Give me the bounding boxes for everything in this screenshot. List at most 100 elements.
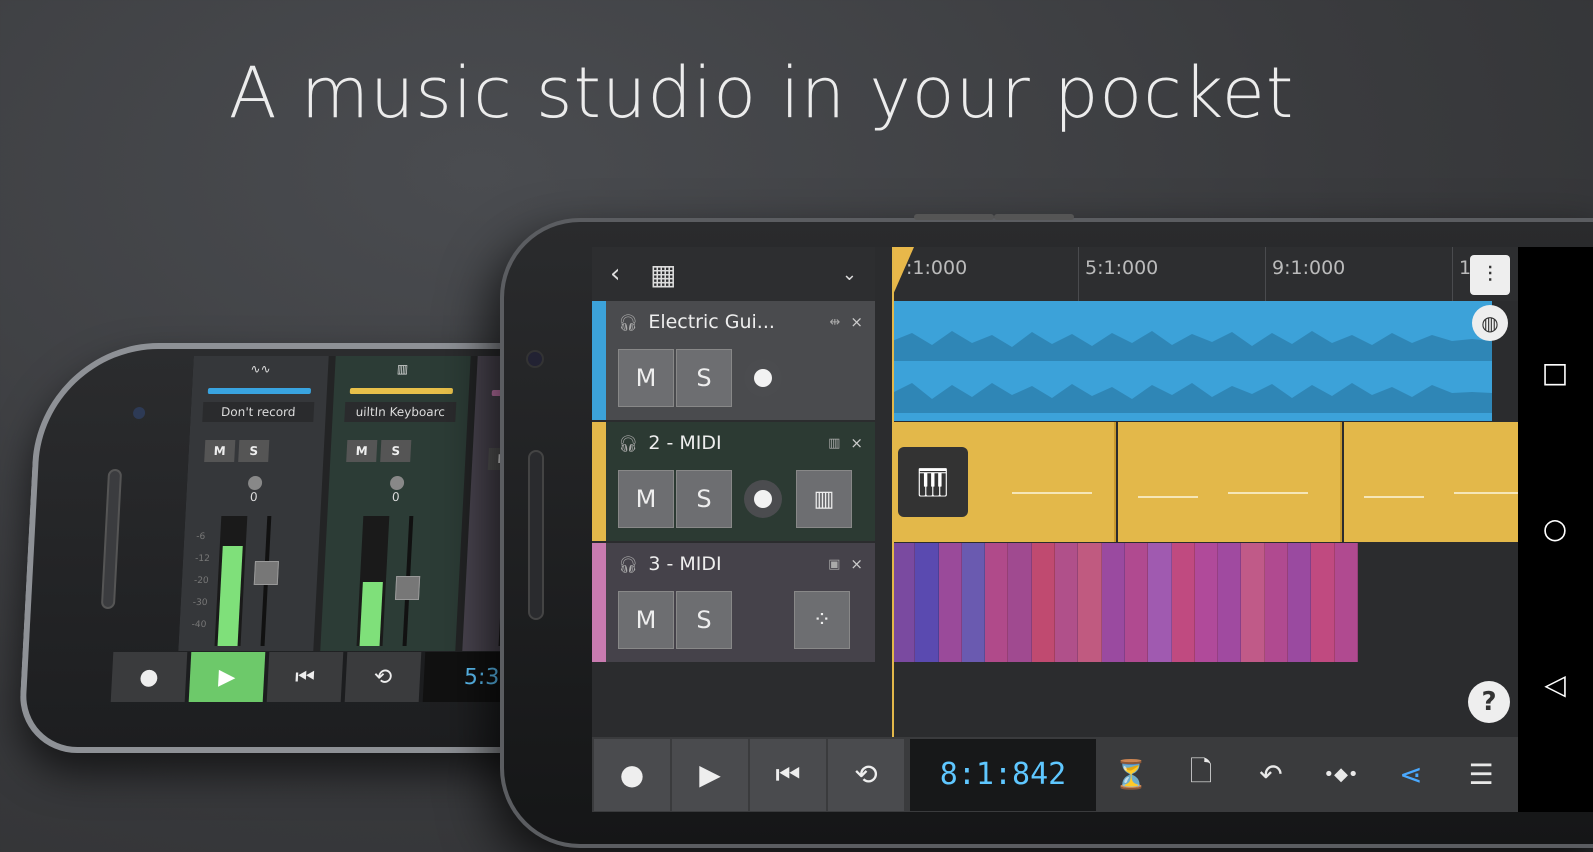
drum-step xyxy=(985,543,1009,662)
camera-icon xyxy=(526,350,544,368)
snap-icon[interactable]: •◆• xyxy=(1306,739,1376,811)
back-icon[interactable]: ‹ xyxy=(610,259,650,289)
drum-step xyxy=(1055,543,1079,662)
track-name[interactable]: 3 - MIDI xyxy=(648,553,721,575)
volume-fader[interactable] xyxy=(253,516,279,646)
drum-pad-icon: ▣ xyxy=(828,556,841,572)
add-file-icon[interactable]: 🗋 xyxy=(1166,739,1236,811)
headphones-icon[interactable]: 🎧︎ xyxy=(618,555,638,574)
share-icon[interactable]: ⋖ xyxy=(1376,739,1446,811)
pan-value: 0 xyxy=(391,490,401,504)
back-nav-icon[interactable]: ◁ xyxy=(1540,668,1570,701)
instrument-icon[interactable]: ▥ xyxy=(796,470,852,528)
track-name[interactable]: 2 - MIDI xyxy=(648,432,721,454)
track-color xyxy=(592,422,606,541)
solo-button[interactable]: S xyxy=(238,440,270,462)
midi-clip[interactable] xyxy=(1118,422,1342,542)
grid-icon[interactable]: ▦ xyxy=(650,258,676,291)
recents-icon[interactable]: □ xyxy=(1540,356,1570,389)
record-button[interactable]: ● xyxy=(594,738,670,811)
close-icon[interactable]: × xyxy=(850,434,863,452)
globe-icon[interactable]: ◍ xyxy=(1472,305,1508,341)
play-button[interactable]: ▶ xyxy=(188,652,266,702)
solo-button[interactable]: S xyxy=(380,440,412,462)
drum-step xyxy=(1241,543,1265,662)
time-display[interactable]: 8:1:842 xyxy=(910,738,1096,811)
drum-step xyxy=(1171,543,1195,662)
playhead-marker[interactable] xyxy=(892,247,914,297)
drum-step xyxy=(1101,543,1125,662)
pan-knob[interactable] xyxy=(389,476,404,490)
app-screen: ‹ ▦ ⌄ :1:000 5:1:000 9:1:000 1 ⫶ 🎧︎ Elec… xyxy=(592,247,1518,812)
help-icon[interactable]: ? xyxy=(1468,681,1510,723)
mute-button[interactable]: M xyxy=(204,440,236,462)
mixer-strip: ▥ uiltIn Keyboarc MS 0 xyxy=(320,356,471,651)
camera-icon xyxy=(132,407,146,419)
chevron-down-icon[interactable]: ⌄ xyxy=(842,264,857,285)
strip-color-bar xyxy=(207,388,312,394)
rewind-button[interactable]: ⏮ xyxy=(266,652,344,702)
audio-clip[interactable] xyxy=(892,301,1492,421)
menu-icon[interactable]: ☰ xyxy=(1446,739,1516,811)
track-color xyxy=(592,543,606,662)
playhead-line xyxy=(892,247,894,737)
keyboard-icon: ▥ xyxy=(396,362,409,376)
strip-color-bar xyxy=(349,388,454,394)
level-meter xyxy=(356,516,390,646)
record-arm-button[interactable] xyxy=(744,359,782,397)
waveform-graphic xyxy=(892,331,1492,361)
mute-button[interactable]: M xyxy=(618,470,674,528)
solo-button[interactable]: S xyxy=(676,470,732,528)
strip-input-label[interactable]: uiltIn Keyboarc xyxy=(344,402,457,422)
track-row[interactable]: 🎧︎ Electric Gui... ⇹ × M S xyxy=(592,301,875,420)
drum-step xyxy=(1031,543,1056,662)
drum-pad-button[interactable]: ⁘ xyxy=(794,591,850,649)
mute-button[interactable]: M xyxy=(346,440,378,462)
drum-step xyxy=(1264,543,1289,662)
pan-knob[interactable] xyxy=(247,476,262,490)
mute-button[interactable]: M xyxy=(618,591,674,649)
drum-clip[interactable] xyxy=(892,543,1358,662)
midi-clip[interactable] xyxy=(1344,422,1518,542)
drum-step xyxy=(1078,543,1102,662)
strip-input-label[interactable]: Don't record xyxy=(202,402,315,422)
metronome-icon[interactable]: ⏳ xyxy=(1096,739,1166,811)
ruler-mark: 5:1:000 xyxy=(1078,247,1158,301)
timeline-ruler[interactable]: :1:000 5:1:000 9:1:000 1 xyxy=(892,247,1518,301)
loop-button[interactable]: ⟲ xyxy=(344,652,422,702)
mixer-strip: ∿∿ Don't record MS 0 -6 -12 -20 -30 -40 xyxy=(178,356,329,651)
drum-step xyxy=(1218,543,1242,662)
record-button[interactable]: ● xyxy=(110,652,188,702)
mixer-icon[interactable]: ⫶ xyxy=(1470,255,1510,295)
headline: A music studio in your pocket xyxy=(228,52,1295,134)
track-row[interactable]: 🎧︎ 2 - MIDI ▥ × M S ▥ xyxy=(592,422,875,541)
drum-step xyxy=(915,543,939,662)
mute-button[interactable]: M xyxy=(618,349,674,407)
undo-icon[interactable]: ↶ xyxy=(1236,739,1306,811)
piano-roll-icon[interactable]: 🎹︎ xyxy=(898,447,968,517)
track-name[interactable]: Electric Gui... xyxy=(648,311,775,333)
headphones-icon[interactable]: 🎧︎ xyxy=(618,434,638,453)
loop-button[interactable]: ⟲ xyxy=(828,738,904,811)
back-transport-bar: ● ▶ ⏮ ⟲ 5:3 xyxy=(110,652,534,702)
volume-fader[interactable] xyxy=(394,516,421,646)
record-arm-button[interactable] xyxy=(744,480,782,518)
track-panel-header: ‹ ▦ ⌄ xyxy=(592,247,875,301)
headphones-icon[interactable]: 🎧︎ xyxy=(618,313,638,332)
rewind-button[interactable]: ⏮ xyxy=(750,738,826,811)
play-button[interactable]: ▶ xyxy=(672,738,748,811)
drum-step xyxy=(1288,543,1312,662)
track-row[interactable]: 🎧︎ 3 - MIDI ▣ × M S ⁘ xyxy=(592,543,875,662)
solo-button[interactable]: S xyxy=(676,591,732,649)
home-icon[interactable]: ○ xyxy=(1540,512,1570,545)
meter-scale: -6 -12 -20 -30 -40 xyxy=(191,532,211,630)
close-icon[interactable]: × xyxy=(850,313,863,331)
drum-step xyxy=(1124,543,1149,662)
drum-step xyxy=(1148,543,1172,662)
pan-value: 0 xyxy=(249,490,259,504)
close-icon[interactable]: × xyxy=(850,555,863,573)
solo-button[interactable]: S xyxy=(676,349,732,407)
keyboard-icon: ▥ xyxy=(828,435,841,451)
ruler-mark: 9:1:000 xyxy=(1265,247,1345,301)
drum-step xyxy=(1008,543,1032,662)
